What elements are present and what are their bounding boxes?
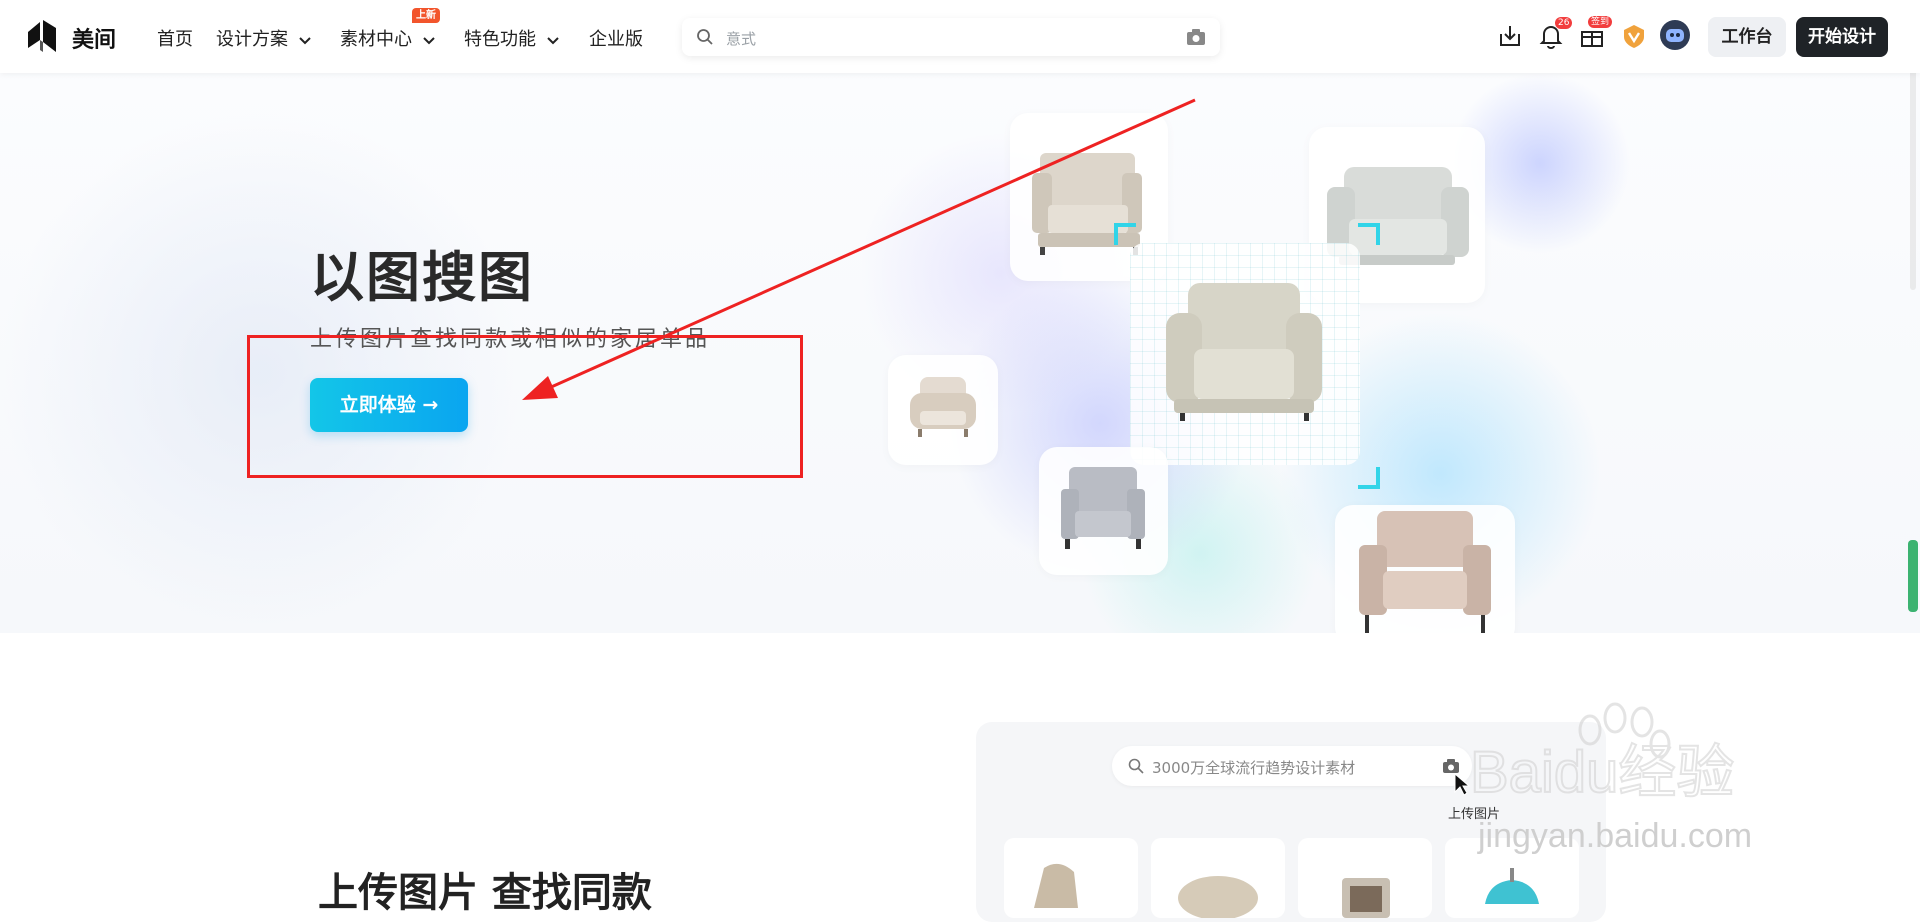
search-icon [697,29,713,45]
search-icon [1128,758,1144,774]
baidu-paw-watermark-icon: Baidu经验 [1470,702,1735,806]
demo-search-bar[interactable]: 3000万全球流行趋势设计素材 [1112,746,1472,786]
section-title: 上传图片 查找同款 [318,870,652,916]
logo-text[interactable]: 美间 [72,22,116,54]
mouse-cursor-icon [1454,772,1471,796]
watermark-brand: Baidu经验 [1470,740,1734,805]
search-input[interactable]: 意式 [726,28,756,49]
round-chair-image [1178,876,1258,920]
camera-icon[interactable] [1186,28,1206,46]
nav-features[interactable]: 特色功能 [464,25,560,51]
new-badge: 上新 [412,8,440,23]
nav-design-plans-label: 设计方案 [216,29,288,50]
chevron-down-icon [547,37,559,45]
demo-thumb-round-chair[interactable] [1151,838,1285,920]
top-header: 美间 首页 设计方案 素材中心 上新 特色功能 企业版 意式 26 签到 工作台… [0,0,1920,73]
nav-enterprise[interactable]: 企业版 [589,25,643,51]
nav-material-center[interactable]: 素材中心 [340,25,436,51]
chevron-down-icon [423,37,435,45]
demo-search-input[interactable]: 3000万全球流行趋势设计素材 [1152,757,1355,778]
watermark-url: jingyan.baidu.com [1478,817,1753,855]
avatar[interactable] [1660,20,1690,50]
side-table-image [1342,878,1390,918]
start-design-button[interactable]: 开始设计 [1796,17,1888,57]
nav-features-label: 特色功能 [464,29,536,50]
side-scroll-widget[interactable] [1908,540,1918,612]
nav-material-center-label: 素材中心 [340,29,412,50]
meijian-logo-icon[interactable] [26,18,60,54]
demo-thumb-side-table[interactable] [1298,838,1432,918]
download-icon[interactable] [1496,22,1524,50]
lounge-chair-image [1034,863,1078,908]
workbench-button[interactable]: 工作台 [1708,17,1786,57]
demo-thumb-lounge-chair[interactable] [1004,838,1138,918]
sign-in-badge: 签到 [1588,16,1613,28]
vip-shield-icon[interactable] [1620,22,1648,50]
notification-count-badge: 26 [1555,17,1573,29]
search-bar[interactable]: 意式 [682,18,1220,56]
robot-avatar-icon [1666,29,1684,42]
nav-home[interactable]: 首页 [157,25,193,51]
chevron-down-icon [299,37,311,45]
nav-design-plans[interactable]: 设计方案 [216,25,312,51]
